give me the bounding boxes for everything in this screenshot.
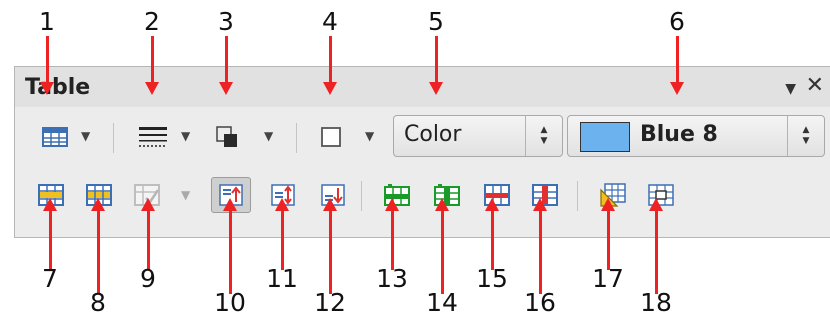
area-style-spinner[interactable]: ▲ ▼ [525,116,562,156]
table-button[interactable] [35,119,75,155]
toolbar-menu-icon[interactable]: ▼ [785,81,796,97]
toolbar-titlebar[interactable]: Table ▼ ✕ [15,67,830,107]
callout-2: 2 [144,7,160,36]
fill-color-spinner[interactable]: ▲ ▼ [787,116,824,156]
callout-4: 4 [322,7,338,36]
callout-17: 17 [592,264,624,293]
border-style-icon [139,127,167,147]
separator [296,123,297,153]
table-toolbar: Table ▼ ✕ ▼ ▼ ▼ ▼ Color ▲ ▼ Blue 8 ▲ ▼ ▼ [14,66,830,238]
borders-button[interactable] [311,119,351,155]
callout-9: 9 [140,264,156,293]
border-style-button[interactable] [133,119,173,155]
borders-dropdown-arrow[interactable]: ▼ [365,129,374,143]
color-swatch [580,122,630,152]
callout-18: 18 [640,288,672,317]
borders-icon [321,127,341,147]
chevron-up-icon: ▲ [802,125,810,135]
border-color-icon [216,126,237,147]
border-style-dropdown-arrow[interactable]: ▼ [181,129,190,143]
callout-10: 10 [214,288,246,317]
fill-color-select[interactable]: Blue 8 ▲ ▼ [567,115,825,157]
area-style-value: Color [404,122,462,147]
table-icon [42,127,68,147]
callout-13: 13 [376,264,408,293]
separator [361,181,362,211]
callout-7: 7 [42,264,58,293]
toolbar-title: Table [25,75,91,100]
chevron-up-icon: ▲ [540,125,548,135]
chevron-down-icon: ▼ [802,136,810,146]
border-color-dropdown-arrow[interactable]: ▼ [264,129,273,143]
border-color-button[interactable] [207,119,247,155]
callout-5: 5 [428,7,444,36]
callout-3: 3 [218,7,234,36]
callout-8: 8 [90,288,106,317]
callout-1: 1 [39,7,55,36]
separator [113,123,114,153]
callout-11: 11 [266,264,298,293]
table-dropdown-arrow[interactable]: ▼ [81,129,90,143]
callout-12: 12 [314,288,346,317]
callout-16: 16 [524,288,556,317]
area-style-select[interactable]: Color ▲ ▼ [393,115,563,157]
callout-6: 6 [669,7,685,36]
callout-15: 15 [476,264,508,293]
fill-color-value: Blue 8 [640,122,718,147]
optimize-dropdown-arrow[interactable]: ▼ [181,188,190,202]
separator [577,181,578,211]
callout-14: 14 [426,288,458,317]
chevron-down-icon: ▼ [540,136,548,146]
close-icon[interactable]: ✕ [806,73,824,98]
